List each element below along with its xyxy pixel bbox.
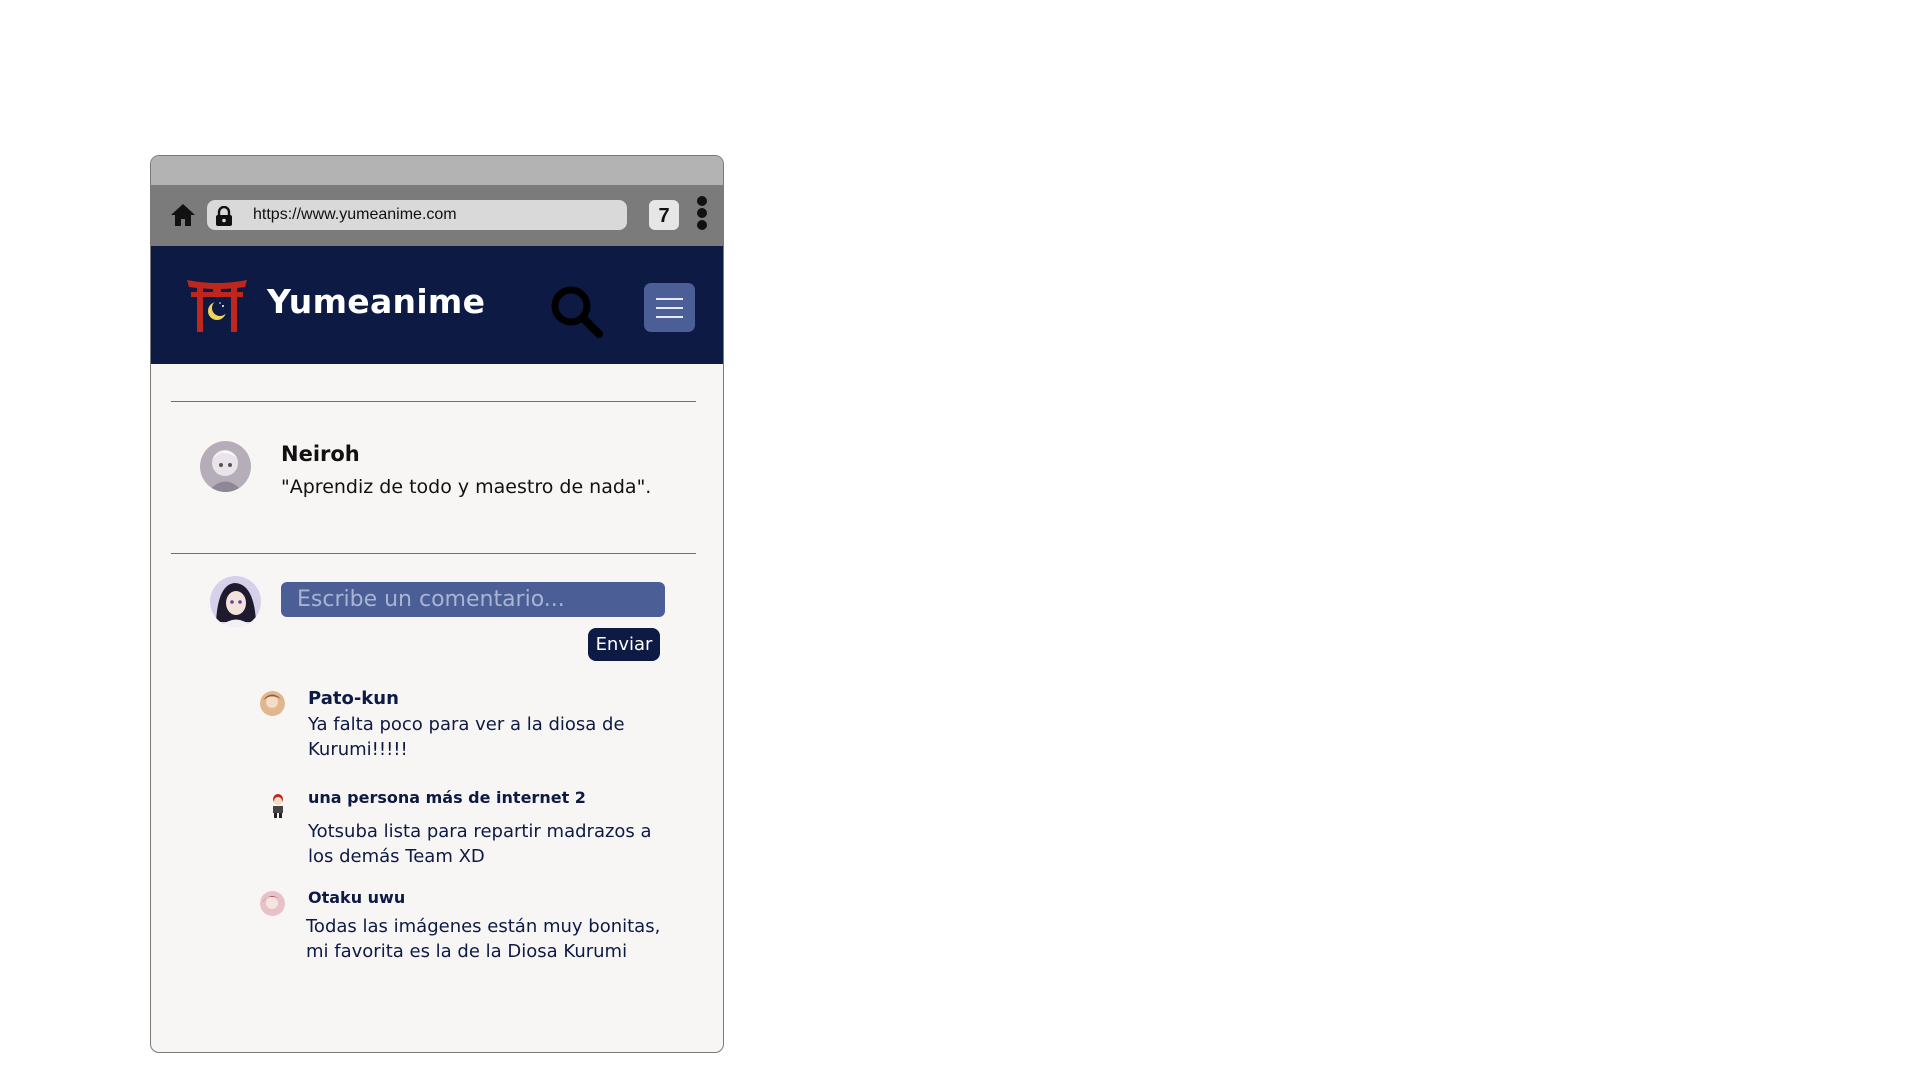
home-icon[interactable]: [169, 201, 197, 229]
site-header: Yumeanime: [151, 246, 723, 364]
commenter-avatar: [260, 691, 285, 716]
profile-avatar[interactable]: [200, 441, 251, 492]
divider: [171, 401, 696, 402]
divider: [171, 553, 696, 554]
hamburger-menu-button[interactable]: [644, 283, 695, 332]
send-button[interactable]: Enviar: [588, 628, 660, 661]
torii-logo-icon[interactable]: [185, 274, 249, 332]
comment-author: una persona más de internet 2: [308, 788, 586, 807]
comment-text: Todas las imágenes están muy bonitas, mi…: [306, 916, 661, 962]
tab-count-button[interactable]: 7: [649, 200, 679, 230]
comment-text: Ya falta poco para ver a la diosa de Kur…: [308, 714, 625, 760]
profile-quote: "Aprendiz de todo y maestro de nada".: [281, 476, 652, 498]
browser-toolbar: https://www.yumeanime.com 7: [151, 185, 723, 246]
commenter-avatar: [267, 793, 289, 818]
url-text: https://www.yumeanime.com: [253, 206, 457, 223]
search-icon[interactable]: [549, 284, 605, 340]
more-options-icon[interactable]: [695, 195, 709, 235]
comment-author: Pato-kun: [308, 688, 399, 709]
commenter-avatar: [260, 891, 285, 916]
site-title[interactable]: Yumeanime: [267, 282, 485, 321]
comment-text: Yotsuba lista para repartir madrazos a l…: [308, 821, 652, 867]
profile-name: Neiroh: [281, 442, 360, 466]
lock-icon: [216, 206, 232, 226]
comment-input[interactable]: [281, 582, 665, 617]
comment-author: Otaku uwu: [308, 888, 406, 907]
current-user-avatar: [210, 576, 261, 627]
status-bar: [151, 156, 723, 185]
mobile-browser-frame: https://www.yumeanime.com 7 Yumeanime Ne…: [150, 155, 724, 1053]
address-bar[interactable]: https://www.yumeanime.com: [207, 200, 627, 230]
